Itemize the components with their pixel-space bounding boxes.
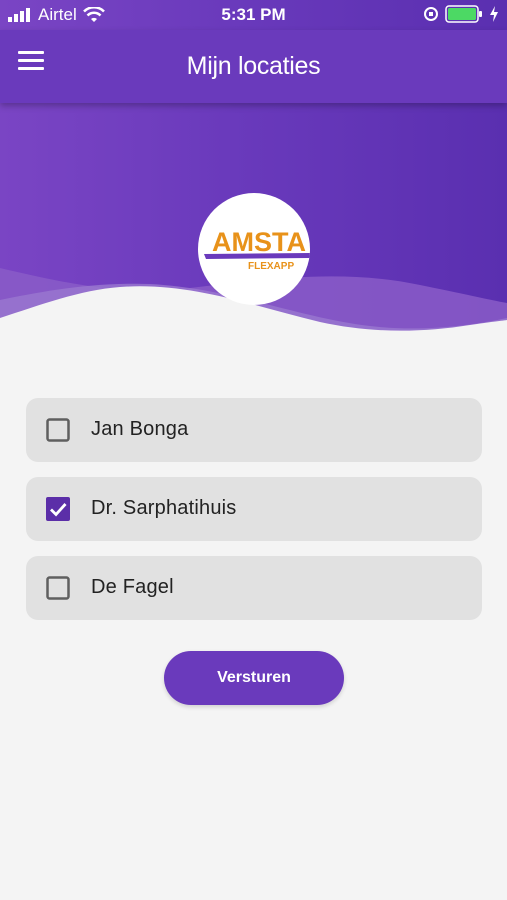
submit-button[interactable]: Versturen [164,651,344,705]
location-item-dr-sarphatihuis[interactable]: Dr. Sarphatihuis [26,477,482,541]
location-label: Jan Bonga [91,418,189,440]
status-right [423,5,499,23]
brand-logo: AMSTA FLEXAPP [198,193,310,305]
logo-line1: AMSTA [212,227,306,257]
location-label: Dr. Sarphatihuis [91,497,237,519]
checkbox-unchecked-icon[interactable] [46,576,70,600]
logo-line2: FLEXAPP [248,261,294,272]
orientation-lock-icon [424,7,438,21]
location-item-jan-bonga[interactable]: Jan Bonga [26,398,482,462]
location-item-de-fagel[interactable]: De Fagel [26,556,482,620]
app-bar: Mijn locaties [0,30,507,103]
battery-icon [445,5,482,23]
charging-icon [490,6,498,22]
checkbox-unchecked-icon[interactable] [46,418,70,442]
amsta-logo-graphic: AMSTA FLEXAPP [204,227,310,272]
checkbox-checked-icon[interactable] [46,497,70,521]
page-title: Mijn locaties [186,52,321,80]
status-bar: Airtel 5:31 PM [0,0,507,30]
location-label: De Fagel [91,576,174,598]
